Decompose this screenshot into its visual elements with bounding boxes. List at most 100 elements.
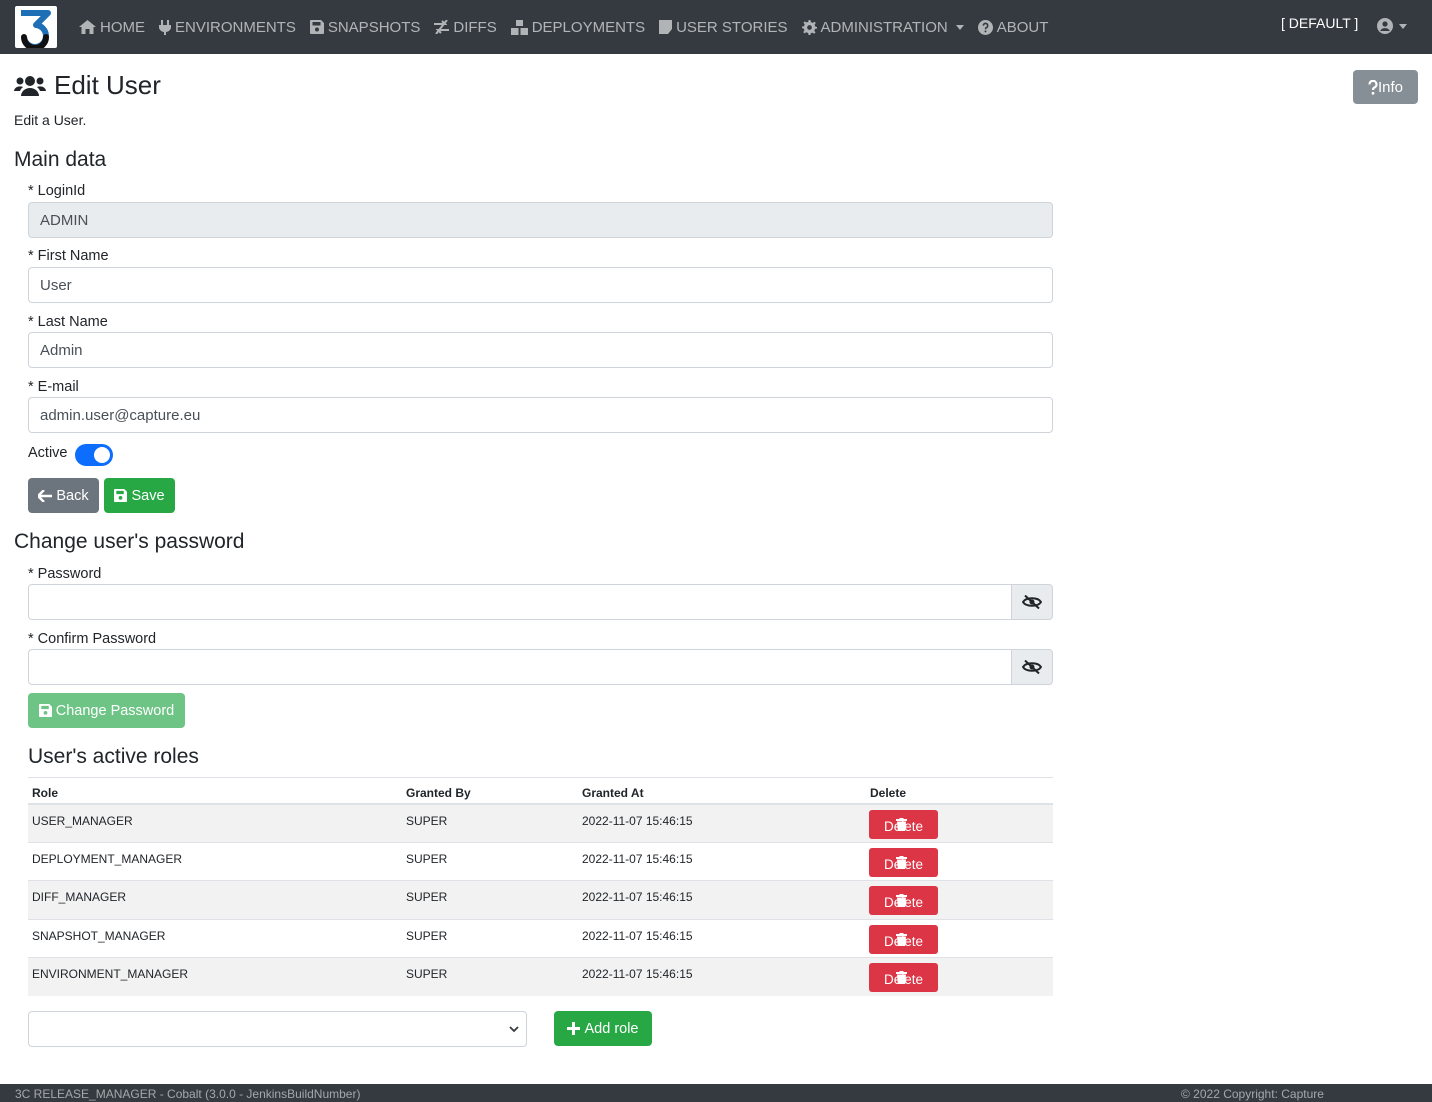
delete-label: Delete	[883, 819, 924, 834]
nav-home[interactable]: HOME	[79, 19, 145, 36]
delete-label: Delete	[883, 971, 924, 987]
nav-snapshots[interactable]: SNAPSHOTS	[309, 18, 421, 36]
role-cell: DIFF_MANAGER	[32, 890, 127, 905]
granted-by-cell: SUPER	[406, 890, 448, 905]
password-heading: Change user's password	[14, 530, 245, 553]
delete-role-button[interactable]: Delete	[869, 962, 938, 992]
table-row: USER_MANAGER SUPER 2022-11-07 15:46:15 D…	[28, 805, 1053, 844]
arrow-left-icon	[38, 489, 53, 502]
loginid-label: * LoginId	[28, 183, 86, 199]
nav-menu: HOME ENVIRONMENTS SNAPSHOTS DIFFS DEPLOY…	[79, 0, 1062, 54]
question-icon	[1368, 79, 1378, 95]
granted-at-cell: 2022-11-07 15:46:15	[582, 928, 693, 943]
role-cell: SNAPSHOT_MANAGER	[32, 928, 166, 943]
granted-at-cell: 2022-11-07 15:46:15	[582, 852, 693, 867]
save-icon	[309, 20, 324, 34]
app-logo[interactable]	[15, 6, 57, 48]
email-label: * E-mail	[28, 379, 79, 395]
email-field[interactable]: admin.user@capture.eu	[28, 397, 1053, 433]
users-icon	[14, 75, 46, 96]
chevron-down-icon	[955, 24, 964, 30]
chevron-down-icon	[509, 1026, 519, 1033]
table-header: Role Granted By Granted At Delete	[28, 777, 1053, 805]
delete-label: Delete	[883, 933, 924, 949]
table-row: SNAPSHOT_MANAGER SUPER 2022-11-07 15:46:…	[28, 920, 1053, 958]
granted-at-cell: 2022-11-07 15:46:15	[582, 966, 693, 981]
plug-icon	[159, 19, 171, 35]
granted-by-cell: SUPER	[406, 966, 448, 981]
back-button[interactable]: Back	[28, 478, 99, 513]
roles-table: Role Granted By Granted At Delete USER_M…	[28, 777, 1053, 996]
nav-environments[interactable]: ENVIRONMENTS	[159, 19, 296, 36]
user-menu[interactable]	[1377, 18, 1407, 34]
toggle-password-visibility[interactable]	[1011, 584, 1053, 620]
last-name-field[interactable]: Admin	[28, 332, 1053, 368]
confirm-password-label: * Confirm Password	[28, 631, 157, 647]
loginid-field: ADMIN	[28, 202, 1053, 238]
add-role-label: Add role	[584, 1020, 639, 1037]
confirm-password-field[interactable]	[28, 649, 1012, 685]
eye-slash-icon	[1022, 595, 1042, 609]
toggle-confirm-visibility[interactable]	[1011, 649, 1053, 685]
page-title-text: Edit User	[54, 70, 161, 100]
footer-version: 3C RELEASE_MANAGER - Cobalt (3.0.0 - Jen…	[15, 1087, 361, 1101]
change-password-button[interactable]: Change Password	[28, 693, 185, 728]
nav-user-stories[interactable]: USER STORIES	[659, 18, 788, 36]
nav-diffs[interactable]: DIFFS	[434, 19, 497, 36]
add-role-button[interactable]: Add role	[554, 1011, 652, 1046]
save-icon	[38, 704, 52, 717]
delete-label: Delete	[883, 895, 924, 911]
granted-at-cell: 2022-11-07 15:46:15	[582, 814, 693, 828]
navbar: HOME ENVIRONMENTS SNAPSHOTS DIFFS DEPLOY…	[0, 0, 1432, 54]
back-button-label: Back	[56, 487, 89, 504]
question-circle-icon	[977, 19, 993, 35]
footer-copyright: © 2022 Copyright: Capture	[1181, 1087, 1324, 1101]
nav-deployments[interactable]: DEPLOYMENTS	[510, 19, 645, 36]
granted-by-cell: SUPER	[406, 814, 448, 828]
page-subtitle: Edit a User.	[14, 112, 87, 128]
password-field[interactable]	[28, 584, 1012, 620]
environment-selector[interactable]: [ DEFAULT ]	[1281, 15, 1358, 31]
role-cell: ENVIRONMENT_MANAGER	[32, 966, 189, 981]
role-select[interactable]	[28, 1011, 527, 1047]
sticky-note-icon	[659, 20, 673, 34]
plus-icon	[567, 1022, 581, 1035]
chevron-down-icon	[1399, 23, 1407, 29]
delete-role-button[interactable]: Delete	[869, 886, 938, 916]
home-icon	[79, 20, 96, 34]
gear-icon	[801, 19, 817, 35]
user-circle-icon	[1377, 18, 1393, 34]
delete-role-button[interactable]: Delete	[869, 848, 938, 878]
nav-user-stories-label: USER STORIES	[676, 18, 788, 36]
save-icon	[114, 489, 128, 502]
first-name-field[interactable]: User	[28, 267, 1053, 303]
password-label: * Password	[28, 566, 102, 582]
nav-snapshots-label: SNAPSHOTS	[327, 18, 421, 36]
role-cell: USER_MANAGER	[32, 814, 133, 828]
column-header-granted-at: Granted At	[582, 786, 644, 800]
delete-role-button[interactable]: Delete	[869, 810, 938, 839]
first-name-label: * First Name	[28, 248, 109, 264]
table-row: ENVIRONMENT_MANAGER SUPER 2022-11-07 15:…	[28, 957, 1053, 996]
save-button[interactable]: Save	[104, 478, 175, 513]
nav-about[interactable]: ABOUT	[977, 18, 1049, 36]
table-row: DIFF_MANAGER SUPER 2022-11-07 15:46:15 D…	[28, 881, 1053, 920]
nav-administration[interactable]: ADMINISTRATION	[801, 18, 964, 36]
main-data-heading: Main data	[14, 148, 107, 171]
granted-at-cell: 2022-11-07 15:46:15	[582, 890, 693, 905]
info-button[interactable]: Info	[1353, 70, 1418, 104]
exchange-icon	[434, 20, 450, 34]
last-name-label: * Last Name	[28, 314, 108, 330]
footer: 3C RELEASE_MANAGER - Cobalt (3.0.0 - Jen…	[0, 1084, 1432, 1102]
change-password-label: Change Password	[55, 702, 175, 719]
nav-about-label: ABOUT	[996, 18, 1049, 36]
column-header-granted-by: Granted By	[406, 786, 471, 800]
column-header-delete: Delete	[870, 786, 907, 800]
info-button-label: Info	[1377, 78, 1404, 96]
delete-role-button[interactable]: Delete	[869, 924, 938, 954]
active-label: Active	[28, 445, 68, 461]
nav-administration-label: ADMINISTRATION	[820, 18, 948, 36]
roles-heading: User's active roles	[28, 745, 199, 768]
page-title: Edit User	[14, 70, 161, 101]
active-toggle[interactable]	[75, 444, 113, 466]
